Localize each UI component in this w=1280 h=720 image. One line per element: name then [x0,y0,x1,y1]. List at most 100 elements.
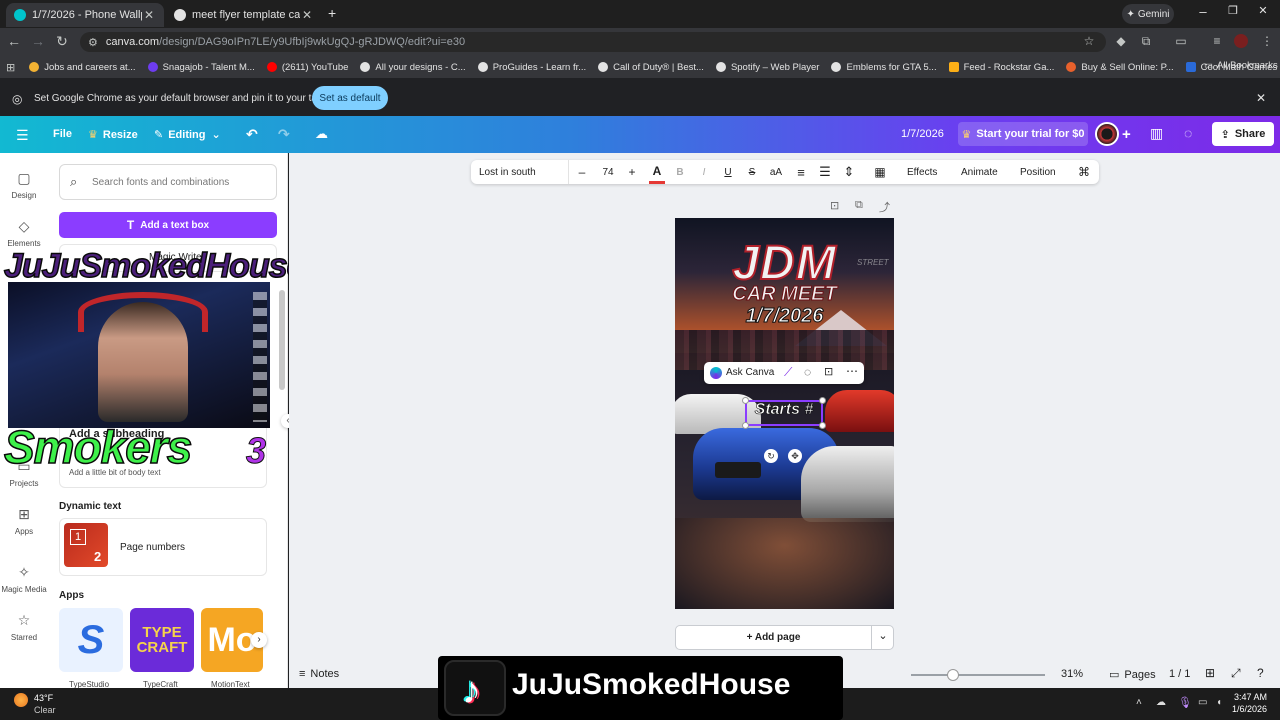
bookmark-item[interactable]: Jobs and careers at... [29,62,136,73]
bookmark-item[interactable]: All your designs - C... [360,62,466,73]
close-tab-icon[interactable]: ✕ [142,8,156,22]
increase-font-size-button[interactable]: + [625,160,639,184]
close-window-button[interactable]: ✕ [1248,4,1278,17]
minimize-button[interactable]: – [1188,4,1218,19]
bookmark-item[interactable]: Buy & Sell Online: P... [1066,62,1174,73]
poster-subheadline[interactable]: CAR MEET [675,284,894,305]
tab-meet-flyer[interactable]: meet flyer template car meet p ✕ [166,3,322,27]
lock-page-icon[interactable]: ⊡ [830,199,839,212]
poster-date[interactable]: 1/7/2026 [675,305,894,328]
rail-magic-media[interactable]: ✧ Magic Media [0,564,48,594]
fullscreen-icon[interactable]: ⤢ [1231,666,1241,681]
resize-handle[interactable] [819,397,826,404]
back-icon[interactable]: ← [4,33,24,49]
tab-phone-wallpaper[interactable]: 1/7/2026 - Phone Wallpaper ✕ [6,3,164,27]
close-banner-icon[interactable]: ✕ [1256,91,1266,105]
set-default-button[interactable]: Set as default [312,86,388,110]
reload-icon[interactable]: ↻ [52,33,72,50]
duplicate-page-icon[interactable]: ⧉ [855,199,863,212]
resize-handle[interactable] [742,397,749,404]
letter-case-icon[interactable]: aA [767,160,785,184]
bookmark-item[interactable]: Emblems for GTA 5... [831,62,937,73]
close-tab-icon[interactable]: ✕ [300,8,314,22]
new-tab-button[interactable]: + [328,5,336,21]
rail-apps[interactable]: ⊞ Apps [0,506,48,536]
file-menu[interactable]: File [53,128,72,140]
animate-button[interactable]: Animate [961,160,998,184]
all-bookmarks[interactable]: ▭ All Bookmarks [1204,60,1278,71]
clock-date[interactable]: 1/6/2026 [1232,704,1267,714]
design-title[interactable]: 1/7/2026 [901,128,944,140]
text-color-icon[interactable]: A [649,160,665,184]
forward-icon[interactable]: → [28,33,48,49]
bookmark-item[interactable]: Call of Duty® | Best... [598,62,704,73]
move-handle-icon[interactable]: ✥ [788,449,802,463]
resize-handle[interactable] [742,422,749,429]
strikethrough-icon[interactable]: S [745,160,759,184]
comment-add-icon[interactable]: ◌ [804,365,811,379]
underline-icon[interactable]: U [721,160,735,184]
start-trial-button[interactable]: ♛ Start your trial for $0 [958,122,1088,146]
lock-icon[interactable]: ⊡ [824,365,833,378]
design-page-poster[interactable]: JDM CAR MEET 1/7/2026 STREET Starts # ↻ … [675,218,894,609]
transparency-checker-icon[interactable]: ▦ [873,160,887,184]
add-text-box-button[interactable]: T Add a text box [59,212,277,238]
bookmark-item[interactable]: Spotify – Web Player [715,62,819,73]
rail-starred[interactable]: ☆ Starred [0,612,48,642]
font-search-input[interactable]: ⌕ Search fonts and combinations [59,164,277,200]
insights-chart-icon[interactable]: ▥ [1150,125,1163,142]
extension-diamond-icon[interactable]: ◆ [1112,34,1130,48]
pages-button[interactable]: ▭ Pages [1109,668,1156,681]
zoom-slider[interactable] [911,674,1045,676]
help-icon[interactable]: ? [1257,666,1264,680]
editing-dropdown[interactable]: ✎ Editing ⌄ [154,128,221,142]
menu-kebab-icon[interactable]: ⋮ [1258,34,1276,48]
grid-view-icon[interactable]: ⊞ [1205,666,1215,680]
zoom-level[interactable]: 31% [1061,668,1083,680]
paint-format-icon[interactable]: ⌘ [1077,160,1091,184]
weather-temperature[interactable]: 43°F [34,693,53,703]
comments-icon[interactable]: ◌ [1184,125,1192,141]
rotate-handle-icon[interactable]: ↻ [764,449,778,463]
chevron-right-icon[interactable]: › [251,632,267,648]
bookmark-item[interactable]: Snagajob - Talent M... [147,62,255,73]
restore-button[interactable]: ❐ [1218,4,1248,17]
profile-avatar[interactable] [1234,34,1248,48]
microphone-icon[interactable]: 🎙 [1178,696,1192,709]
volume-icon[interactable]: ◖ [1216,697,1222,708]
bookmark-item[interactable]: ProGuides - Learn fr... [477,62,586,73]
chevron-down-icon[interactable]: ⌄ [874,629,892,642]
add-page-icon[interactable]: ⤴ [879,199,890,215]
app-typestudio[interactable]: S [59,608,123,672]
resize-button[interactable]: ♛ Resize [88,128,138,142]
page-numbers-tile[interactable]: 1 2 Page numbers [59,518,267,576]
bookmark-item[interactable]: (2611) YouTube [266,62,348,73]
zoom-slider-thumb[interactable] [947,669,959,681]
redo-icon[interactable]: ↷ [278,126,290,143]
bold-icon[interactable]: B [673,160,687,184]
rail-design[interactable]: ▢ Design [0,170,48,200]
ask-canva-button[interactable]: Ask Canva [726,367,774,378]
more-options-icon[interactable]: ⋯ [846,364,858,378]
resize-handle[interactable] [819,422,826,429]
address-bar[interactable]: ⚙ canva.com/design/DAG9oIPn7LE/y9UfbIj9w… [80,32,1106,52]
magic-edit-icon[interactable]: ⟋ [784,365,792,380]
effects-button[interactable]: Effects [907,160,937,184]
align-center-icon[interactable]: ≡ [793,160,809,184]
position-button[interactable]: Position [1020,160,1056,184]
extensions-puzzle-icon[interactable]: ⧉ [1137,34,1155,49]
add-page-button[interactable]: + Add page [676,626,872,649]
list-icon[interactable]: ☰ [817,160,833,184]
tray-chevron-icon[interactable]: ˄ [1136,697,1142,708]
rail-elements[interactable]: ◇ Elements [0,218,48,248]
apps-grid-icon[interactable]: ⊞ [6,61,15,74]
gemini-button[interactable]: ✦ Gemini [1122,4,1174,24]
bookmark-star-icon[interactable]: ☆ [1080,34,1098,48]
share-button[interactable]: ⇪ Share [1212,122,1274,146]
italic-icon[interactable]: I [697,160,711,184]
reading-list-icon[interactable]: ≡ [1208,34,1226,48]
spacing-icon[interactable]: ⇕ [841,160,857,184]
notes-button[interactable]: ≡ Notes [299,668,339,680]
font-size-input[interactable]: 74 [593,160,623,184]
undo-icon[interactable]: ↶ [246,126,258,143]
